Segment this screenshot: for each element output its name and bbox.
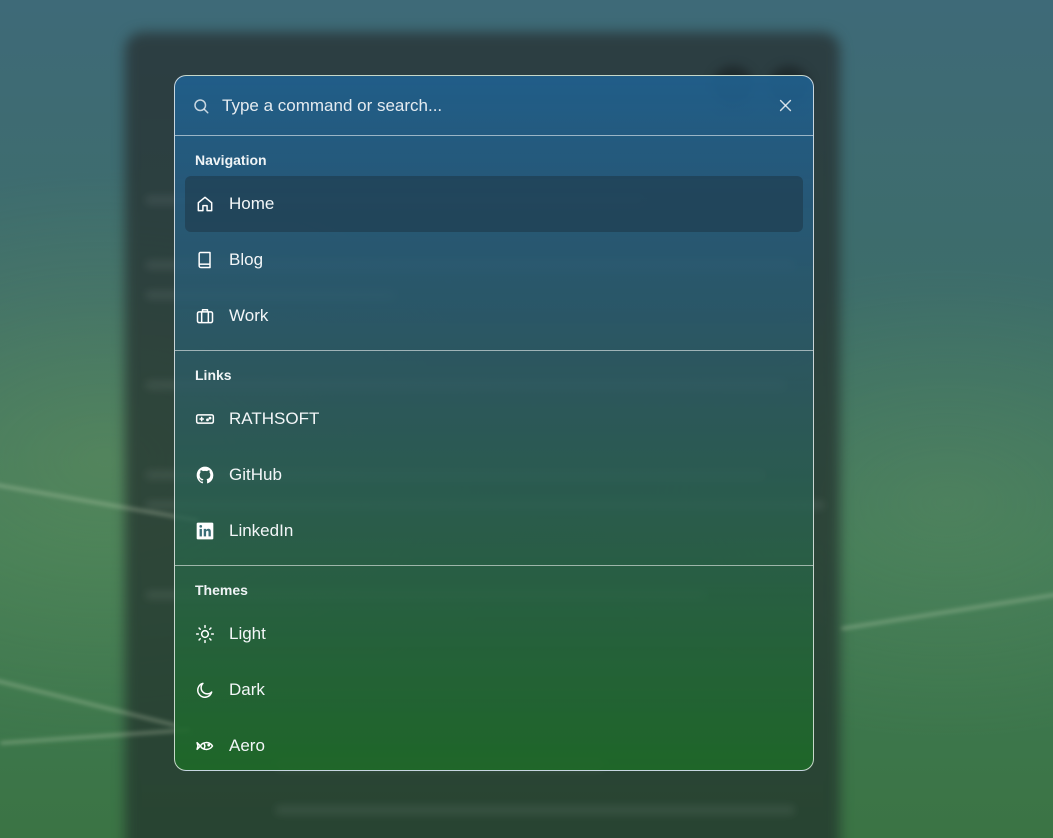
command-item-label: Work xyxy=(229,306,269,325)
command-palette: Navigation Home Blog xyxy=(174,75,814,771)
close-button[interactable] xyxy=(775,96,795,116)
command-item-label: Aero xyxy=(229,736,265,755)
command-item-label: Dark xyxy=(229,680,265,699)
linkedin-icon xyxy=(195,521,215,541)
command-item-label: RATHSOFT xyxy=(229,409,320,428)
group-heading: Navigation xyxy=(195,152,267,168)
close-icon xyxy=(779,99,791,112)
command-item-label: GitHub xyxy=(229,465,282,484)
command-item-dark[interactable]: Dark xyxy=(185,662,803,718)
command-item-aero[interactable]: Aero xyxy=(185,718,803,770)
command-item-linkedin[interactable]: LinkedIn xyxy=(185,503,803,559)
command-item-light[interactable]: Light xyxy=(185,606,803,662)
command-item-blog[interactable]: Blog xyxy=(185,232,803,288)
search-input[interactable] xyxy=(220,94,775,117)
home-icon xyxy=(195,194,215,214)
command-item-work[interactable]: Work xyxy=(185,288,803,344)
fish-icon xyxy=(195,736,215,756)
group-heading: Links xyxy=(195,367,232,383)
search-bar xyxy=(175,76,813,136)
search-icon xyxy=(192,97,210,115)
book-icon xyxy=(195,250,215,270)
background-streak xyxy=(841,592,1053,631)
command-item-github[interactable]: GitHub xyxy=(185,447,803,503)
github-icon xyxy=(195,465,215,485)
sun-icon xyxy=(195,624,215,644)
command-item-rathsoft[interactable]: RATHSOFT xyxy=(185,391,803,447)
command-item-label: Light xyxy=(229,624,266,643)
background-text xyxy=(275,805,795,815)
group-themes: Themes Light Dark Aero xyxy=(175,566,813,770)
command-item-label: Blog xyxy=(229,250,264,269)
group-heading: Themes xyxy=(195,582,248,598)
group-links: Links RATHSOFT GitHub LinkedIn xyxy=(175,351,813,566)
moon-icon xyxy=(195,680,215,700)
gamepad-icon xyxy=(195,409,215,429)
command-item-home[interactable]: Home xyxy=(185,176,803,232)
command-item-label: Home xyxy=(229,194,275,213)
command-item-label: LinkedIn xyxy=(229,521,294,540)
group-navigation: Navigation Home Blog Work xyxy=(175,136,813,351)
briefcase-icon xyxy=(195,306,215,326)
